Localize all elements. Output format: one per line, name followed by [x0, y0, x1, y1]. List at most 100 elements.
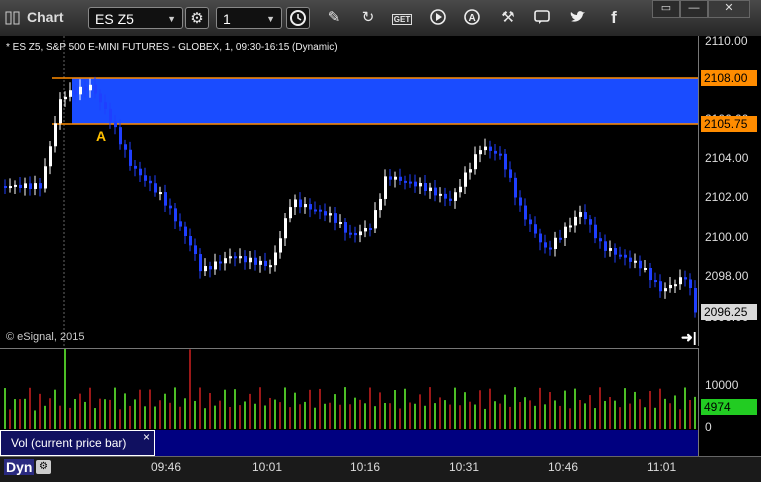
- candle: [374, 210, 377, 229]
- minimize-button[interactable]: —: [680, 0, 708, 18]
- mode-label[interactable]: Dyn: [4, 459, 35, 475]
- chevron-down-icon[interactable]: ▼: [266, 8, 275, 30]
- candle: [104, 102, 107, 109]
- candle: [549, 247, 552, 250]
- candle: [674, 284, 677, 287]
- candle: [539, 233, 542, 243]
- candle: [654, 280, 657, 283]
- candle: [9, 186, 12, 189]
- volume-tick: 0: [705, 420, 712, 434]
- candle: [279, 238, 282, 253]
- lock-icon[interactable]: ⚙: [36, 460, 51, 474]
- symbol-input[interactable]: ES Z5 ▼: [88, 7, 183, 29]
- get-icon[interactable]: GET: [390, 7, 414, 29]
- price-chart-canvas[interactable]: [0, 36, 698, 346]
- twitter-icon[interactable]: [566, 7, 590, 29]
- candle: [94, 84, 97, 94]
- candle: [214, 261, 217, 270]
- grip-icon[interactable]: [5, 11, 21, 25]
- candle: [274, 252, 277, 266]
- chat-icon[interactable]: [530, 7, 554, 29]
- candle: [639, 260, 642, 269]
- candle: [384, 176, 387, 199]
- candle: [509, 169, 512, 178]
- candle: [254, 257, 257, 265]
- clock-icon[interactable]: [286, 7, 310, 29]
- candle: [349, 232, 352, 235]
- candle: [344, 222, 347, 233]
- candle: [84, 86, 87, 91]
- candle: [159, 192, 162, 195]
- jump-to-end-icon[interactable]: ➜|: [681, 329, 697, 346]
- candle: [249, 257, 252, 263]
- candle: [409, 181, 412, 184]
- close-button[interactable]: ✕: [708, 0, 750, 18]
- chevron-down-icon[interactable]: ▼: [167, 8, 176, 30]
- candle: [694, 288, 697, 313]
- candle: [429, 187, 432, 191]
- candle: [489, 146, 492, 151]
- candle: [684, 277, 687, 280]
- candle: [379, 198, 382, 211]
- pencil-icon[interactable]: ✎: [322, 7, 346, 29]
- price-tick: 2102.00: [705, 190, 749, 204]
- candle: [109, 108, 112, 122]
- candle: [154, 183, 157, 193]
- candle: [484, 146, 487, 151]
- candle: [584, 212, 587, 220]
- candle: [179, 221, 182, 227]
- candle: [4, 186, 7, 188]
- candle: [39, 183, 42, 189]
- candle: [459, 186, 462, 193]
- interval-input[interactable]: 1 ▼: [216, 7, 282, 29]
- candle: [369, 228, 372, 231]
- volume-close-button[interactable]: ×: [143, 430, 150, 444]
- candle: [284, 218, 287, 239]
- price-chart[interactable]: [0, 36, 698, 346]
- candle: [289, 207, 292, 219]
- candle: [314, 209, 317, 212]
- last-price-tag: 2096.25: [701, 304, 757, 320]
- time-tick: 10:01: [252, 460, 283, 474]
- price-tick: 2098.00: [705, 269, 749, 283]
- settings-icon[interactable]: ⚙: [185, 7, 209, 29]
- facebook-icon[interactable]: f: [602, 7, 626, 29]
- candle: [69, 90, 72, 97]
- candle: [124, 144, 127, 150]
- candle: [229, 256, 232, 259]
- candle: [419, 182, 422, 187]
- price-zone[interactable]: [72, 78, 698, 124]
- candle: [134, 165, 137, 169]
- candle: [474, 154, 477, 170]
- lower-price-tag: 2105.75: [701, 116, 757, 132]
- candle: [644, 268, 647, 271]
- candle: [194, 245, 197, 255]
- candle: [519, 197, 522, 206]
- refresh-icon[interactable]: ↻: [356, 7, 380, 29]
- symbol-value: ES Z5: [95, 11, 134, 27]
- candle: [199, 254, 202, 272]
- candle: [184, 226, 187, 237]
- candle: [534, 224, 537, 234]
- candle: [479, 150, 482, 155]
- restore-button[interactable]: ▭: [652, 0, 680, 18]
- volume-tick: 10000: [705, 378, 739, 392]
- candle: [449, 198, 452, 201]
- volume-chart[interactable]: [0, 348, 698, 432]
- candle: [554, 237, 557, 249]
- candle: [339, 222, 342, 225]
- play-icon[interactable]: [426, 7, 450, 29]
- candle: [629, 257, 632, 262]
- volume-last-tag: 4974: [701, 399, 757, 415]
- candle: [399, 176, 402, 181]
- time-tick: 09:46: [151, 460, 182, 474]
- candle: [504, 153, 507, 170]
- candle: [129, 149, 132, 166]
- candle: [89, 84, 92, 91]
- candle: [524, 205, 527, 220]
- candle: [224, 258, 227, 264]
- candle: [304, 204, 307, 208]
- candle: [139, 168, 142, 176]
- tools-icon[interactable]: ⚒: [496, 7, 520, 29]
- a-icon[interactable]: A: [460, 7, 484, 29]
